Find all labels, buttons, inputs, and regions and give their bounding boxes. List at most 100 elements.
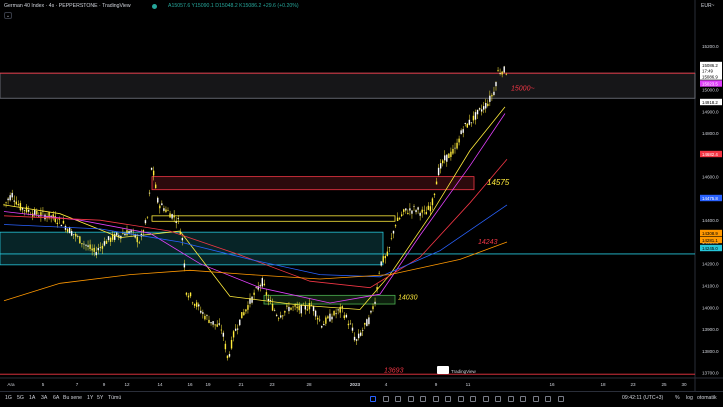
candle-body xyxy=(27,209,30,212)
range-button[interactable]: 5G xyxy=(17,395,24,401)
candle-body xyxy=(435,181,438,185)
candle-body xyxy=(9,195,11,201)
drawing-tool-icon[interactable] xyxy=(532,396,539,402)
candle-body xyxy=(261,278,263,287)
candle-body xyxy=(444,155,446,161)
drawing-tool-icon[interactable] xyxy=(432,396,439,402)
candle-body xyxy=(212,321,214,325)
range-button[interactable]: 5Y xyxy=(97,395,103,401)
range-button[interactable]: 1G xyxy=(5,395,12,401)
candle-body xyxy=(278,318,280,320)
candle-body xyxy=(216,324,218,327)
candle-body xyxy=(302,304,304,305)
candle-body xyxy=(425,211,427,215)
drawing-tool-icon[interactable] xyxy=(395,396,401,402)
x-tick-label: 4 xyxy=(385,382,388,387)
candle-body xyxy=(382,256,384,263)
candle-body xyxy=(476,109,479,115)
candle-body xyxy=(487,103,489,106)
candle-body xyxy=(232,331,235,338)
candle-body xyxy=(499,73,501,74)
range-button[interactable]: Bu sene xyxy=(63,395,82,401)
candle-body xyxy=(480,109,483,112)
candle-body xyxy=(316,317,319,320)
candle-body xyxy=(7,198,9,201)
candle-body xyxy=(366,319,368,327)
candle-body xyxy=(146,216,149,218)
candle-body xyxy=(384,256,386,259)
candle-body xyxy=(103,241,106,246)
candle-body xyxy=(130,230,132,233)
y-tick-label: 14600.0 xyxy=(702,175,719,180)
candle-body xyxy=(5,202,7,203)
drawing-tool-icon[interactable] xyxy=(545,396,551,402)
zone-box xyxy=(0,72,696,99)
candle-body xyxy=(288,306,290,312)
bottom-toolbar: 1G 5G 1A 3A 6A Bu sene 1Y 5Y Tümü 09:42:11 (UTC+… xyxy=(0,391,723,407)
drawing-tool-icon[interactable] xyxy=(445,396,451,402)
candle-body xyxy=(251,296,253,303)
symbol-title[interactable]: German 40 Index · 4s · PEPPERSTONE · Tra… xyxy=(4,3,131,9)
candle-body xyxy=(220,329,222,331)
price-tag-label: 14475.8 xyxy=(702,196,718,201)
drawing-tool-icon[interactable] xyxy=(420,396,426,402)
auto-scale-toggle[interactable]: otomatik xyxy=(697,395,717,401)
candle-body xyxy=(101,245,104,249)
candle-body xyxy=(466,123,468,128)
candle-body xyxy=(56,222,58,224)
range-button[interactable]: Tümü xyxy=(108,395,121,401)
candle-body xyxy=(128,231,130,234)
candle-body xyxy=(497,70,499,72)
candle-body xyxy=(421,209,423,213)
collapse-legend-button[interactable]: ⌄ xyxy=(4,12,12,19)
drawing-tool-icon[interactable] xyxy=(557,396,564,402)
x-tick-label: 21 xyxy=(238,382,244,387)
candle-body xyxy=(503,66,505,73)
candle-body xyxy=(167,210,169,211)
drawing-tool-icon[interactable] xyxy=(520,396,526,402)
candle-body xyxy=(181,238,184,241)
range-button[interactable]: 6A xyxy=(53,395,59,401)
x-tick-label: 7 xyxy=(76,382,79,387)
candle-body xyxy=(183,263,186,268)
candle-body xyxy=(13,200,15,202)
candle-body xyxy=(245,309,247,312)
candle-body xyxy=(218,323,220,325)
candle-body xyxy=(280,315,282,318)
y-tick-label: 14400.0 xyxy=(702,218,719,223)
drawing-tool-icon[interactable] xyxy=(407,396,414,402)
percent-toggle[interactable]: % xyxy=(675,395,680,401)
candle-body xyxy=(474,112,477,120)
candle-body xyxy=(388,247,391,248)
candle-body xyxy=(431,198,434,206)
currency-selector[interactable]: EUR~ xyxy=(701,3,714,9)
drawing-tool-icon[interactable] xyxy=(482,396,489,402)
candle-body xyxy=(450,151,452,157)
candle-body xyxy=(314,310,317,317)
clock[interactable]: 09:42:11 (UTC+3) xyxy=(622,395,663,401)
price-chart[interactable]: 15000~1457514243140301369315200.015100.0… xyxy=(0,0,723,391)
range-button[interactable]: 1Y xyxy=(87,395,93,401)
drawing-tool-icon[interactable] xyxy=(457,396,464,402)
drawing-tool-icon[interactable] xyxy=(382,396,389,402)
candle-body xyxy=(38,216,40,217)
candle-body xyxy=(64,225,67,230)
candle-body xyxy=(323,324,325,326)
drawing-tool-icon[interactable] xyxy=(470,396,476,402)
drawing-tool-icon[interactable] xyxy=(507,396,514,402)
range-button[interactable]: 1A xyxy=(29,395,35,401)
range-button[interactable]: 3A xyxy=(41,395,47,401)
candle-body xyxy=(15,201,17,205)
log-toggle[interactable]: log xyxy=(686,395,693,401)
candle-body xyxy=(392,230,395,234)
candle-body xyxy=(403,209,405,212)
candle-body xyxy=(177,218,179,220)
x-tick-label: 9 xyxy=(103,382,106,387)
drawing-tool-icon[interactable] xyxy=(495,396,501,402)
candle-body xyxy=(456,142,458,149)
candle-body xyxy=(284,310,286,313)
candle-body xyxy=(415,210,417,213)
candle-body xyxy=(105,240,108,244)
candle-body xyxy=(159,205,161,209)
drawing-tool-icon[interactable] xyxy=(370,396,376,402)
